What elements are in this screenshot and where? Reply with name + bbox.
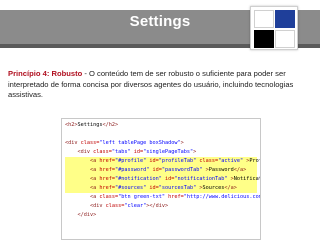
code-token: > [180,140,184,146]
code-token: "#sources" [115,185,150,191]
code-token: "left tablePage boxShadow" [99,140,181,146]
code-token: <div [90,203,106,209]
code-token: "http://www.delicious.com/" [183,194,261,200]
code-token: Sources [202,185,225,191]
code-token: Password [208,167,234,173]
code-token: ></div> [146,203,169,209]
code-token: class= [99,194,119,200]
code-token: "sourcesTab" [158,185,200,191]
code-token: class= [199,158,219,164]
logo-quadrant-bottom-left [254,30,274,48]
code-token: <a [90,194,100,200]
code-token: id= [164,176,175,182]
code-line: </div> [65,211,257,220]
code-token: href= [99,176,115,182]
code-token: class= [105,203,125,209]
code-token: <a [90,176,100,182]
code-token: "active" [218,158,247,164]
code-token: id= [133,149,144,155]
code-line: <a href="#profile" id="profileTab" class… [65,157,260,166]
code-token: <div [65,140,81,146]
code-token: "btn green-txt" [118,194,169,200]
code-token: Notifications [233,176,261,182]
code-line: <div class="tabs" id="singlePageTabs"> [65,148,257,157]
code-token: id= [152,167,162,173]
code-token: href= [99,185,115,191]
code-token: "#notification" [115,176,165,182]
code-token: class= [80,140,100,146]
code-line: <a href="#sources" id="sourcesTab" >Sour… [65,184,257,193]
code-line: <div class="clear"></div> [65,202,257,211]
code-token: "notificationTab" [174,176,231,182]
code-line: <a href="#password" id="passwordTab" >Pa… [65,166,257,175]
code-token: </h2> [102,122,119,128]
code-token: </div> [77,212,97,218]
code-token: </a> [233,167,247,173]
code-token: id= [149,158,159,164]
code-token: href= [99,158,115,164]
code-line: <h2>Settings</h2> [65,121,257,130]
code-token: <h2> [65,122,78,128]
code-token: "clear" [124,203,147,209]
code-token: href= [168,194,184,200]
code-token: <a [90,158,100,164]
code-token: id= [149,185,159,191]
code-token: href= [99,167,115,173]
code-token: class= [93,149,112,155]
code-line: <a href="#notification" id="notification… [65,175,260,184]
code-token: <a [90,167,100,173]
code-token: <div [77,149,94,155]
code-token: "#password" [115,167,153,173]
code-token: "passwordTab" [161,167,206,173]
code-snippet-panel: <h2>Settings</h2> <div class="left tableP… [61,118,261,240]
quadrant-logo [250,6,298,50]
code-token: "profileTab" [158,158,200,164]
code-line: <div class="left tablePage boxShadow"> [65,139,257,148]
logo-quadrant-top-right [275,10,295,28]
logo-quadrant-top-left [254,10,274,28]
principle-label: Princípio 4: Robusto [8,69,83,78]
logo-quadrant-bottom-right [275,30,295,48]
code-token: Profile [249,158,260,164]
principle-paragraph: Princípio 4: Robusto - O conteúdo tem de… [8,69,312,101]
code-token: "tabs" [111,149,134,155]
code-line: <a class="btn green-txt" href="http://ww… [65,193,260,202]
code-token: "singlePageTabs" [143,149,194,155]
code-token: </a> [224,185,237,191]
code-token: "#profile" [115,158,150,164]
code-token: Settings [77,122,103,128]
code-token: <a [90,185,100,191]
code-token: > [193,149,197,155]
